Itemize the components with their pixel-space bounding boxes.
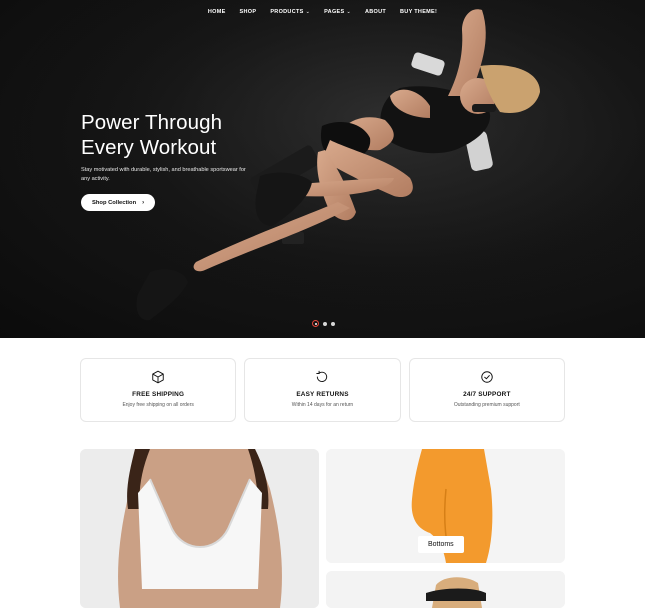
hero-title: Power Through Every Workout [81,110,281,160]
sports-bra-image [80,449,319,608]
features-row: FREE SHIPPING Enjoy free shipping on all… [80,358,565,422]
collection-tile-bottoms[interactable]: Bottoms [326,449,565,563]
shop-collection-button[interactable]: Shop Collection › [81,194,156,212]
nav-item-shop[interactable]: SHOP [233,9,264,15]
nav-item-pages[interactable]: PAGES ⌄ [317,9,358,15]
nav-item-products[interactable]: PRODUCTS ⌄ [263,9,317,15]
main-nav: HOME SHOP PRODUCTS ⌄ PAGES ⌄ ABOUT BUY THE… [0,9,645,15]
hero-title-line2: Every Workout [81,136,217,159]
shop-collection-label: Shop Collection [92,199,137,206]
feature-title: FREE SHIPPING [132,391,185,398]
check-circle-icon [481,371,493,383]
collection-tile-tops[interactable] [80,449,319,608]
feature-title: EASY RETURNS [296,391,349,398]
chevron-down-icon: ⌄ [346,9,351,15]
box-icon [152,370,164,384]
nav-label: BUY THEME! [400,9,438,15]
return-icon [316,370,328,382]
nav-item-about[interactable]: ABOUT [358,9,393,15]
hero-copy: Power Through Every Workout Stay motivat… [81,110,281,212]
feature-card-returns: EASY RETURNS Within 14 days for an retur… [244,358,401,422]
slider-pagination [312,320,335,327]
collection-tile-accessories[interactable] [326,571,565,608]
nav-label: PRODUCTS [270,9,304,15]
slide-dot-3[interactable] [331,321,335,326]
chevron-down-icon: ⌄ [305,9,311,15]
bottoms-label-button[interactable]: Bottoms [418,536,464,553]
feature-desc: Outstanding premium support [453,402,520,408]
feature-card-support: 24/7 SUPPORT Outstanding premium support [408,358,565,422]
slide-dot-1[interactable] [312,320,319,327]
nav-label: PAGES [324,9,345,15]
slide-dot-2[interactable] [323,321,327,326]
feature-desc: Within 14 days for an return [291,402,354,408]
visor-model-image [326,571,565,608]
hero-title-line1: Power Through [81,111,223,134]
feature-title: 24/7 SUPPORT [463,391,511,398]
nav-item-home[interactable]: HOME [201,9,233,15]
nav-label: SHOP [239,9,257,15]
hero-subtitle: Stay motivated with durable, stylish, an… [81,167,246,182]
nav-label: ABOUT [364,9,387,15]
hero-banner: HOME SHOP PRODUCTS ⌄ PAGES ⌄ ABOUT BUY THE… [0,0,645,338]
feature-desc: Enjoy free shipping on all orders [122,402,194,408]
nav-label: HOME [207,9,226,15]
nav-item-buy-theme[interactable]: BUY THEME! [393,9,444,15]
feature-card-shipping: FREE SHIPPING Enjoy free shipping on all… [80,358,237,422]
arrow-right-icon: › [142,199,145,206]
